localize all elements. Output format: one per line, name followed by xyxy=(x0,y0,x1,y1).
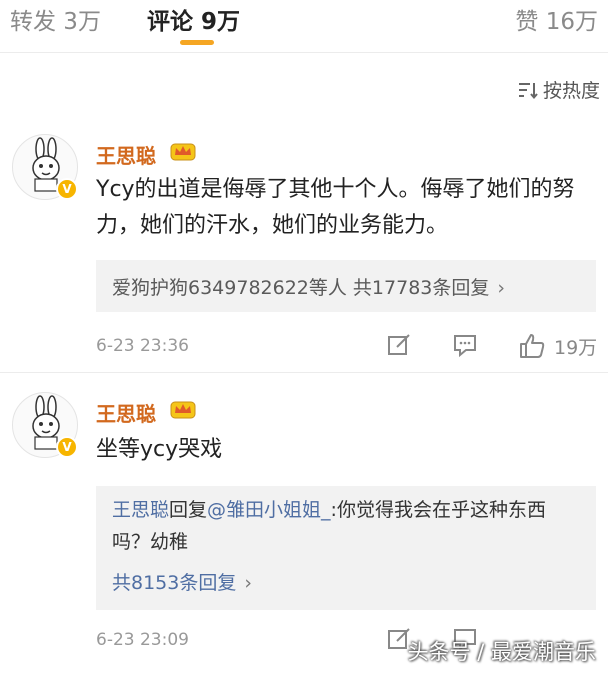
like-count: 19万 xyxy=(554,336,598,359)
comment-icon xyxy=(454,335,476,358)
tab-likes[interactable]: 赞 16万 xyxy=(515,2,598,36)
thumbs-up-icon xyxy=(520,334,545,358)
sort-label: 按热度 xyxy=(542,80,600,102)
comment-timestamp: 6-23 23:09 xyxy=(96,630,189,650)
verified-badge-icon: V xyxy=(56,436,78,458)
tab-repost[interactable]: 转发 3万 xyxy=(10,2,101,36)
crown-icon xyxy=(170,143,196,161)
comment-item: V 王思聪 坐等ycy哭戏 王思聪回复@雏田小姐姐_:你觉得我会在乎这种东西吗？… xyxy=(0,380,608,673)
reply-button[interactable] xyxy=(452,332,478,358)
chevron-right-icon: › xyxy=(497,277,505,299)
comment-username[interactable]: 王思聪 xyxy=(96,140,156,169)
repost-button[interactable] xyxy=(386,332,412,358)
reply-summary-text: 爱狗护狗6349782622等人 共17783条回复 xyxy=(112,277,490,299)
comment-username[interactable]: 王思聪 xyxy=(96,398,156,427)
reply-count-text: 共8153条回复 xyxy=(112,572,237,594)
tabs-divider xyxy=(0,52,608,53)
like-button[interactable]: 19万 xyxy=(518,332,597,360)
reply-verb: 回复 xyxy=(169,499,208,521)
edit-share-icon xyxy=(388,334,410,355)
crown-icon xyxy=(170,401,196,419)
watermark-text: 头条号 / 最爱潮音乐 xyxy=(407,640,596,664)
comment-tabs: 转发 3万 评论 9万 赞 16万 xyxy=(0,0,608,52)
comment-divider xyxy=(0,372,608,373)
sort-icon xyxy=(517,80,539,100)
comment-timestamp: 6-23 23:36 xyxy=(96,336,189,356)
reply-mention[interactable]: @雏田小姐姐_ xyxy=(207,499,331,521)
verified-badge-icon: V xyxy=(56,178,78,200)
reply-preview-text: 王思聪回复@雏田小姐姐_:你觉得我会在乎这种东西吗？幼稚 xyxy=(112,494,582,558)
sort-by-hot-button[interactable]: 按热度 xyxy=(517,76,600,103)
comment-item: V 王思聪 Ycy的出道是侮辱了其他十个人。侮辱了她们的努力，她们的汗水，她们的… xyxy=(0,120,608,370)
reply-preview-box[interactable]: 王思聪回复@雏田小姐姐_:你觉得我会在乎这种东西吗？幼稚 共8153条回复 › xyxy=(96,486,596,610)
reply-summary-box[interactable]: 爱狗护狗6349782622等人 共17783条回复 › xyxy=(96,260,596,312)
comment-content: 坐等ycy哭戏 xyxy=(96,437,223,462)
chevron-right-icon: › xyxy=(244,572,252,594)
comment-content: Ycy的出道是侮辱了其他十个人。侮辱了她们的努力，她们的汗水，她们的业务能力。 xyxy=(96,177,575,238)
active-tab-indicator xyxy=(180,40,214,45)
reply-author[interactable]: 王思聪 xyxy=(112,499,169,521)
